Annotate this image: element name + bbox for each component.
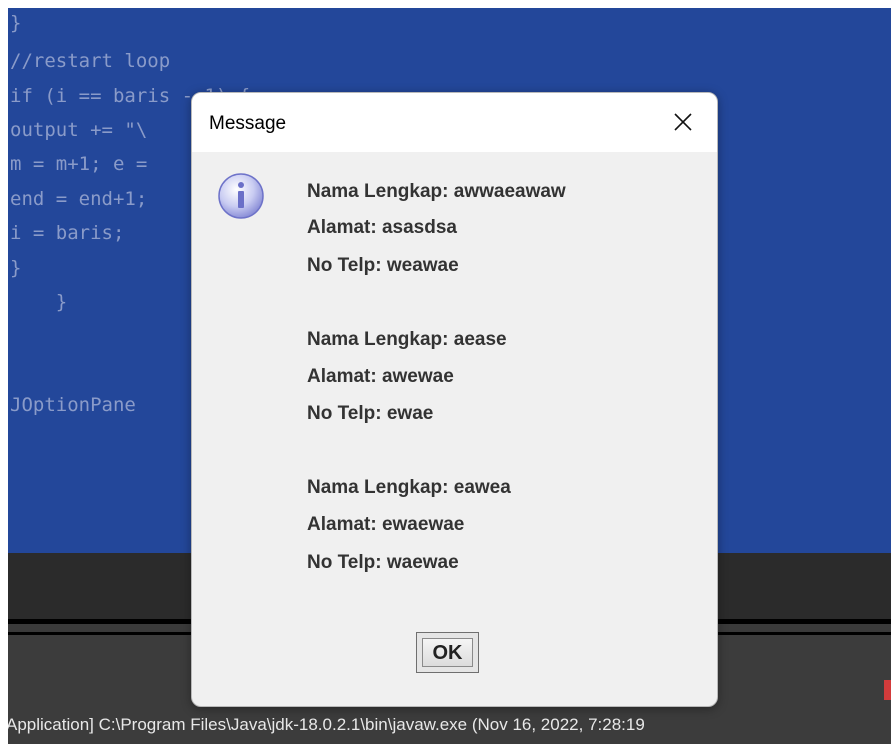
top-border <box>0 0 891 8</box>
code-line: //restart loop <box>10 50 171 72</box>
left-border <box>0 0 8 744</box>
code-line: } <box>10 291 68 313</box>
info-icon <box>218 173 264 219</box>
code-line: } <box>10 12 22 34</box>
ok-button-label: OK <box>432 642 463 664</box>
record-2-alamat: Alamat: awewae <box>307 366 454 387</box>
record-1-alamat: Alamat: asasdsa <box>307 217 457 238</box>
code-line: output += "\ <box>10 119 148 141</box>
close-button[interactable] <box>662 103 704 141</box>
bottom-border <box>0 744 891 756</box>
record-2-nama: Nama Lengkap: aease <box>307 329 507 350</box>
ok-button[interactable]: OK <box>416 632 479 673</box>
record-2-telp: No Telp: ewae <box>307 403 434 424</box>
record-1-telp: No Telp: weawae <box>307 255 459 276</box>
record-1-nama: Nama Lengkap: awwaeawaw <box>307 181 566 202</box>
code-line: i = baris; <box>10 222 125 244</box>
code-line: } <box>10 257 22 279</box>
console-status-text: Application] C:\Program Files\Java\jdk-1… <box>8 715 645 734</box>
dialog-titlebar[interactable]: Message <box>192 93 717 152</box>
ok-button-focus-ring: OK <box>422 638 473 667</box>
record-3-nama: Nama Lengkap: eawea <box>307 477 511 498</box>
record-3-telp: No Telp: waewae <box>307 552 459 573</box>
message-dialog: Message Nama Lengkap: awwaeawaw Alamat: … <box>191 92 718 707</box>
record-3-alamat: Alamat: ewaewae <box>307 514 465 535</box>
console-status-line: Application] C:\Program Files\Java\jdk-1… <box>8 706 891 744</box>
code-line: end = end+1; <box>10 188 148 210</box>
terminate-icon[interactable] <box>884 680 891 700</box>
dialog-title: Message <box>209 113 287 134</box>
code-line: m = m+1; e = <box>10 153 148 175</box>
close-icon <box>674 113 692 131</box>
code-line: JOptionPane <box>10 394 136 416</box>
